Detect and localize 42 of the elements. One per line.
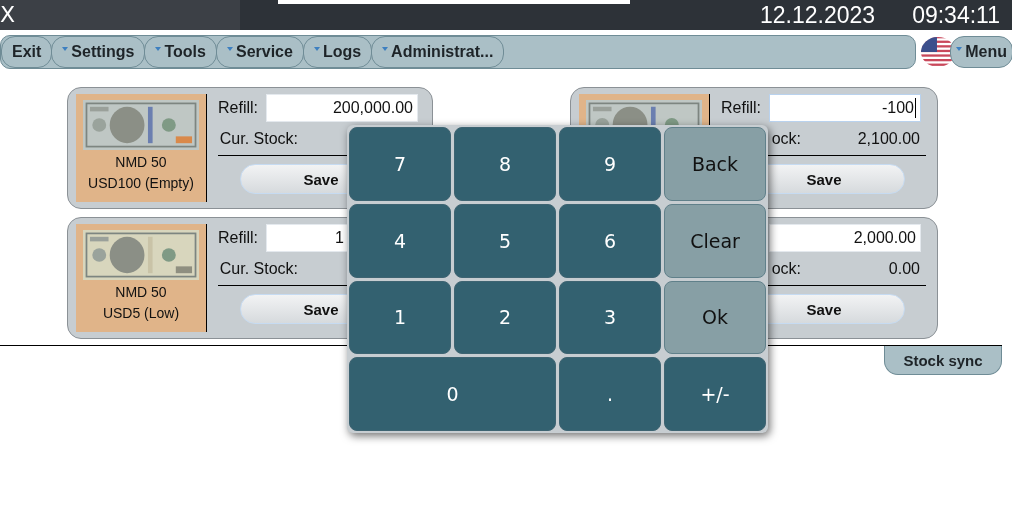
keypad-key[interactable]: 0	[349, 357, 556, 431]
refill-label: Refill:	[721, 99, 762, 117]
menu-button[interactable]: Menu	[950, 36, 1012, 68]
refill-label: Refill:	[218, 229, 259, 247]
close-button[interactable]: X	[0, 0, 240, 30]
menu-button[interactable]: Tools	[144, 36, 217, 68]
refill-field[interactable]: 200,000.00	[266, 94, 418, 122]
count-text: NMD 50	[115, 283, 167, 302]
refill-field[interactable]: 2,000.00	[769, 224, 921, 252]
keypad-key[interactable]: Back	[664, 127, 766, 201]
menu-button[interactable]: Administrat...	[371, 36, 505, 68]
refill-label: Refill:	[218, 99, 259, 117]
menu-button[interactable]: Logs	[302, 36, 373, 68]
stock-value: 2,100.00	[857, 129, 920, 148]
keypad-key[interactable]: 9	[559, 127, 661, 201]
stock-label: ock:	[770, 259, 801, 278]
date-text: 12.12.2023	[760, 1, 876, 29]
stock-label: Cur. Stock:	[218, 259, 298, 278]
menu-button[interactable]: Settings	[51, 36, 146, 68]
keypad-key[interactable]: Clear	[664, 203, 766, 278]
keypad-key[interactable]: 5	[454, 203, 556, 278]
stock-value: 0.00	[888, 259, 920, 278]
menu-button[interactable]: Exit	[1, 36, 53, 68]
stock-label: ock:	[770, 129, 801, 148]
keypad-key[interactable]: 6	[559, 203, 661, 278]
keypad-key[interactable]: 4	[349, 203, 451, 278]
keypad-key[interactable]: +/-	[664, 357, 766, 431]
menu-button[interactable]: Service	[215, 36, 304, 68]
keypad-key[interactable]: 7	[349, 127, 451, 201]
denomination-text: USD100 (Empty)	[88, 174, 194, 193]
keypad-key[interactable]: 3	[559, 280, 661, 355]
count-text: NMD 50	[115, 153, 167, 172]
keypad-key[interactable]: .	[559, 357, 661, 431]
time-text: 09:34:11	[912, 1, 1000, 29]
keypad-key[interactable]: Ok	[664, 280, 766, 355]
stock-sync-button[interactable]: Stock sync	[884, 346, 1002, 375]
refill-field[interactable]: -100	[769, 94, 921, 122]
denomination-text: USD5 (Low)	[102, 304, 180, 323]
keypad-key[interactable]: 2	[454, 280, 556, 355]
keypad-key[interactable]: 8	[454, 127, 556, 201]
keypad-key[interactable]: 1	[349, 280, 451, 355]
stock-label: Cur. Stock:	[218, 129, 298, 148]
